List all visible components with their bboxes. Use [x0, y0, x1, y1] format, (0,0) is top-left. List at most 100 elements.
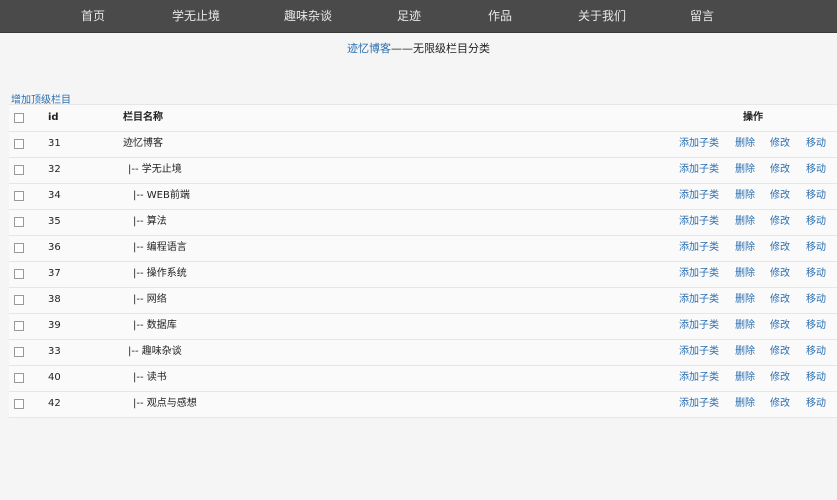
- row-id: 34: [48, 190, 61, 201]
- subtitle-brand-link[interactable]: 迹忆博客: [347, 42, 391, 55]
- edit-link[interactable]: 修改: [770, 287, 790, 313]
- row-checkbox[interactable]: [14, 399, 24, 409]
- row-id: 42: [48, 398, 61, 409]
- row-id: 39: [48, 320, 61, 331]
- delete-link[interactable]: 删除: [735, 365, 755, 391]
- row-checkbox[interactable]: [14, 295, 24, 305]
- row-id: 36: [48, 242, 61, 253]
- delete-link[interactable]: 删除: [735, 209, 755, 235]
- row-name: |-- 观点与感想: [133, 398, 197, 409]
- edit-link[interactable]: 修改: [770, 313, 790, 339]
- table-row: 35 |-- 算法 添加子类 删除 修改 移动: [9, 209, 837, 236]
- add-child-link[interactable]: 添加子类: [679, 235, 719, 261]
- nav-item-message[interactable]: 留言: [690, 0, 714, 32]
- move-link[interactable]: 移动: [806, 287, 826, 313]
- row-name: |-- 趣味杂谈: [128, 346, 182, 357]
- table-row: 34 |-- WEB前端 添加子类 删除 修改 移动: [9, 183, 837, 210]
- move-link[interactable]: 移动: [806, 157, 826, 183]
- row-id: 32: [48, 164, 61, 175]
- row-checkbox[interactable]: [14, 217, 24, 227]
- add-child-link[interactable]: 添加子类: [679, 131, 719, 157]
- edit-link[interactable]: 修改: [770, 365, 790, 391]
- row-name: |-- 学无止境: [128, 164, 182, 175]
- select-all-checkbox[interactable]: [14, 113, 24, 123]
- row-checkbox[interactable]: [14, 347, 24, 357]
- row-name: 迹忆博客: [123, 138, 163, 149]
- row-checkbox[interactable]: [14, 191, 24, 201]
- table-header-row: id 栏目名称 操作: [9, 105, 837, 132]
- row-checkbox[interactable]: [14, 165, 24, 175]
- move-link[interactable]: 移动: [806, 183, 826, 209]
- row-checkbox[interactable]: [14, 321, 24, 331]
- header-id: id: [48, 112, 59, 123]
- move-link[interactable]: 移动: [806, 261, 826, 287]
- edit-link[interactable]: 修改: [770, 131, 790, 157]
- nav-item-study[interactable]: 学无止境: [172, 0, 220, 32]
- table-row: 32 |-- 学无止境 添加子类 删除 修改 移动: [9, 157, 837, 184]
- move-link[interactable]: 移动: [806, 339, 826, 365]
- delete-link[interactable]: 删除: [735, 183, 755, 209]
- add-child-link[interactable]: 添加子类: [679, 157, 719, 183]
- row-name: |-- 读书: [133, 372, 167, 383]
- row-id: 38: [48, 294, 61, 305]
- add-child-link[interactable]: 添加子类: [679, 287, 719, 313]
- subtitle-text: ——无限级栏目分类: [391, 42, 490, 55]
- add-child-link[interactable]: 添加子类: [679, 391, 719, 417]
- move-link[interactable]: 移动: [806, 235, 826, 261]
- row-checkbox[interactable]: [14, 139, 24, 149]
- row-id: 37: [48, 268, 61, 279]
- page-subtitle: 迹忆博客——无限级栏目分类: [0, 40, 837, 56]
- top-nav-bar: 首页 学无止境 趣味杂谈 足迹 作品 关于我们 留言: [0, 0, 837, 33]
- add-child-link[interactable]: 添加子类: [679, 261, 719, 287]
- nav-item-about[interactable]: 关于我们: [578, 0, 626, 32]
- header-name: 栏目名称: [123, 112, 163, 123]
- row-checkbox[interactable]: [14, 269, 24, 279]
- delete-link[interactable]: 删除: [735, 235, 755, 261]
- nav-item-home[interactable]: 首页: [81, 0, 105, 32]
- edit-link[interactable]: 修改: [770, 339, 790, 365]
- edit-link[interactable]: 修改: [770, 261, 790, 287]
- move-link[interactable]: 移动: [806, 131, 826, 157]
- delete-link[interactable]: 删除: [735, 339, 755, 365]
- row-name: |-- 算法: [133, 216, 167, 227]
- header-operations: 操作: [743, 112, 763, 123]
- delete-link[interactable]: 删除: [735, 261, 755, 287]
- delete-link[interactable]: 删除: [735, 131, 755, 157]
- row-id: 33: [48, 346, 61, 357]
- delete-link[interactable]: 删除: [735, 391, 755, 417]
- delete-link[interactable]: 删除: [735, 287, 755, 313]
- table-row: 33 |-- 趣味杂谈 添加子类 删除 修改 移动: [9, 339, 837, 366]
- edit-link[interactable]: 修改: [770, 183, 790, 209]
- edit-link[interactable]: 修改: [770, 157, 790, 183]
- row-name: |-- 数据库: [133, 320, 177, 331]
- table-row: 31 迹忆博客 添加子类 删除 修改 移动: [9, 131, 837, 158]
- row-checkbox[interactable]: [14, 243, 24, 253]
- add-child-link[interactable]: 添加子类: [679, 183, 719, 209]
- move-link[interactable]: 移动: [806, 391, 826, 417]
- edit-link[interactable]: 修改: [770, 391, 790, 417]
- row-id: 35: [48, 216, 61, 227]
- row-checkbox[interactable]: [14, 373, 24, 383]
- edit-link[interactable]: 修改: [770, 235, 790, 261]
- row-name: |-- 操作系统: [133, 268, 187, 279]
- row-id: 40: [48, 372, 61, 383]
- delete-link[interactable]: 删除: [735, 313, 755, 339]
- add-child-link[interactable]: 添加子类: [679, 339, 719, 365]
- edit-link[interactable]: 修改: [770, 209, 790, 235]
- table-row: 38 |-- 网络 添加子类 删除 修改 移动: [9, 287, 837, 314]
- move-link[interactable]: 移动: [806, 365, 826, 391]
- table-row: 42 |-- 观点与感想 添加子类 删除 修改 移动: [9, 391, 837, 418]
- move-link[interactable]: 移动: [806, 313, 826, 339]
- nav-item-footprints[interactable]: 足迹: [397, 0, 421, 32]
- add-child-link[interactable]: 添加子类: [679, 365, 719, 391]
- nav-item-works[interactable]: 作品: [488, 0, 512, 32]
- nav-item-fun-talk[interactable]: 趣味杂谈: [284, 0, 332, 32]
- add-child-link[interactable]: 添加子类: [679, 209, 719, 235]
- row-name: |-- 编程语言: [133, 242, 187, 253]
- table-row: 37 |-- 操作系统 添加子类 删除 修改 移动: [9, 261, 837, 288]
- add-child-link[interactable]: 添加子类: [679, 313, 719, 339]
- table-row: 39 |-- 数据库 添加子类 删除 修改 移动: [9, 313, 837, 340]
- move-link[interactable]: 移动: [806, 209, 826, 235]
- row-name: |-- 网络: [133, 294, 167, 305]
- delete-link[interactable]: 删除: [735, 157, 755, 183]
